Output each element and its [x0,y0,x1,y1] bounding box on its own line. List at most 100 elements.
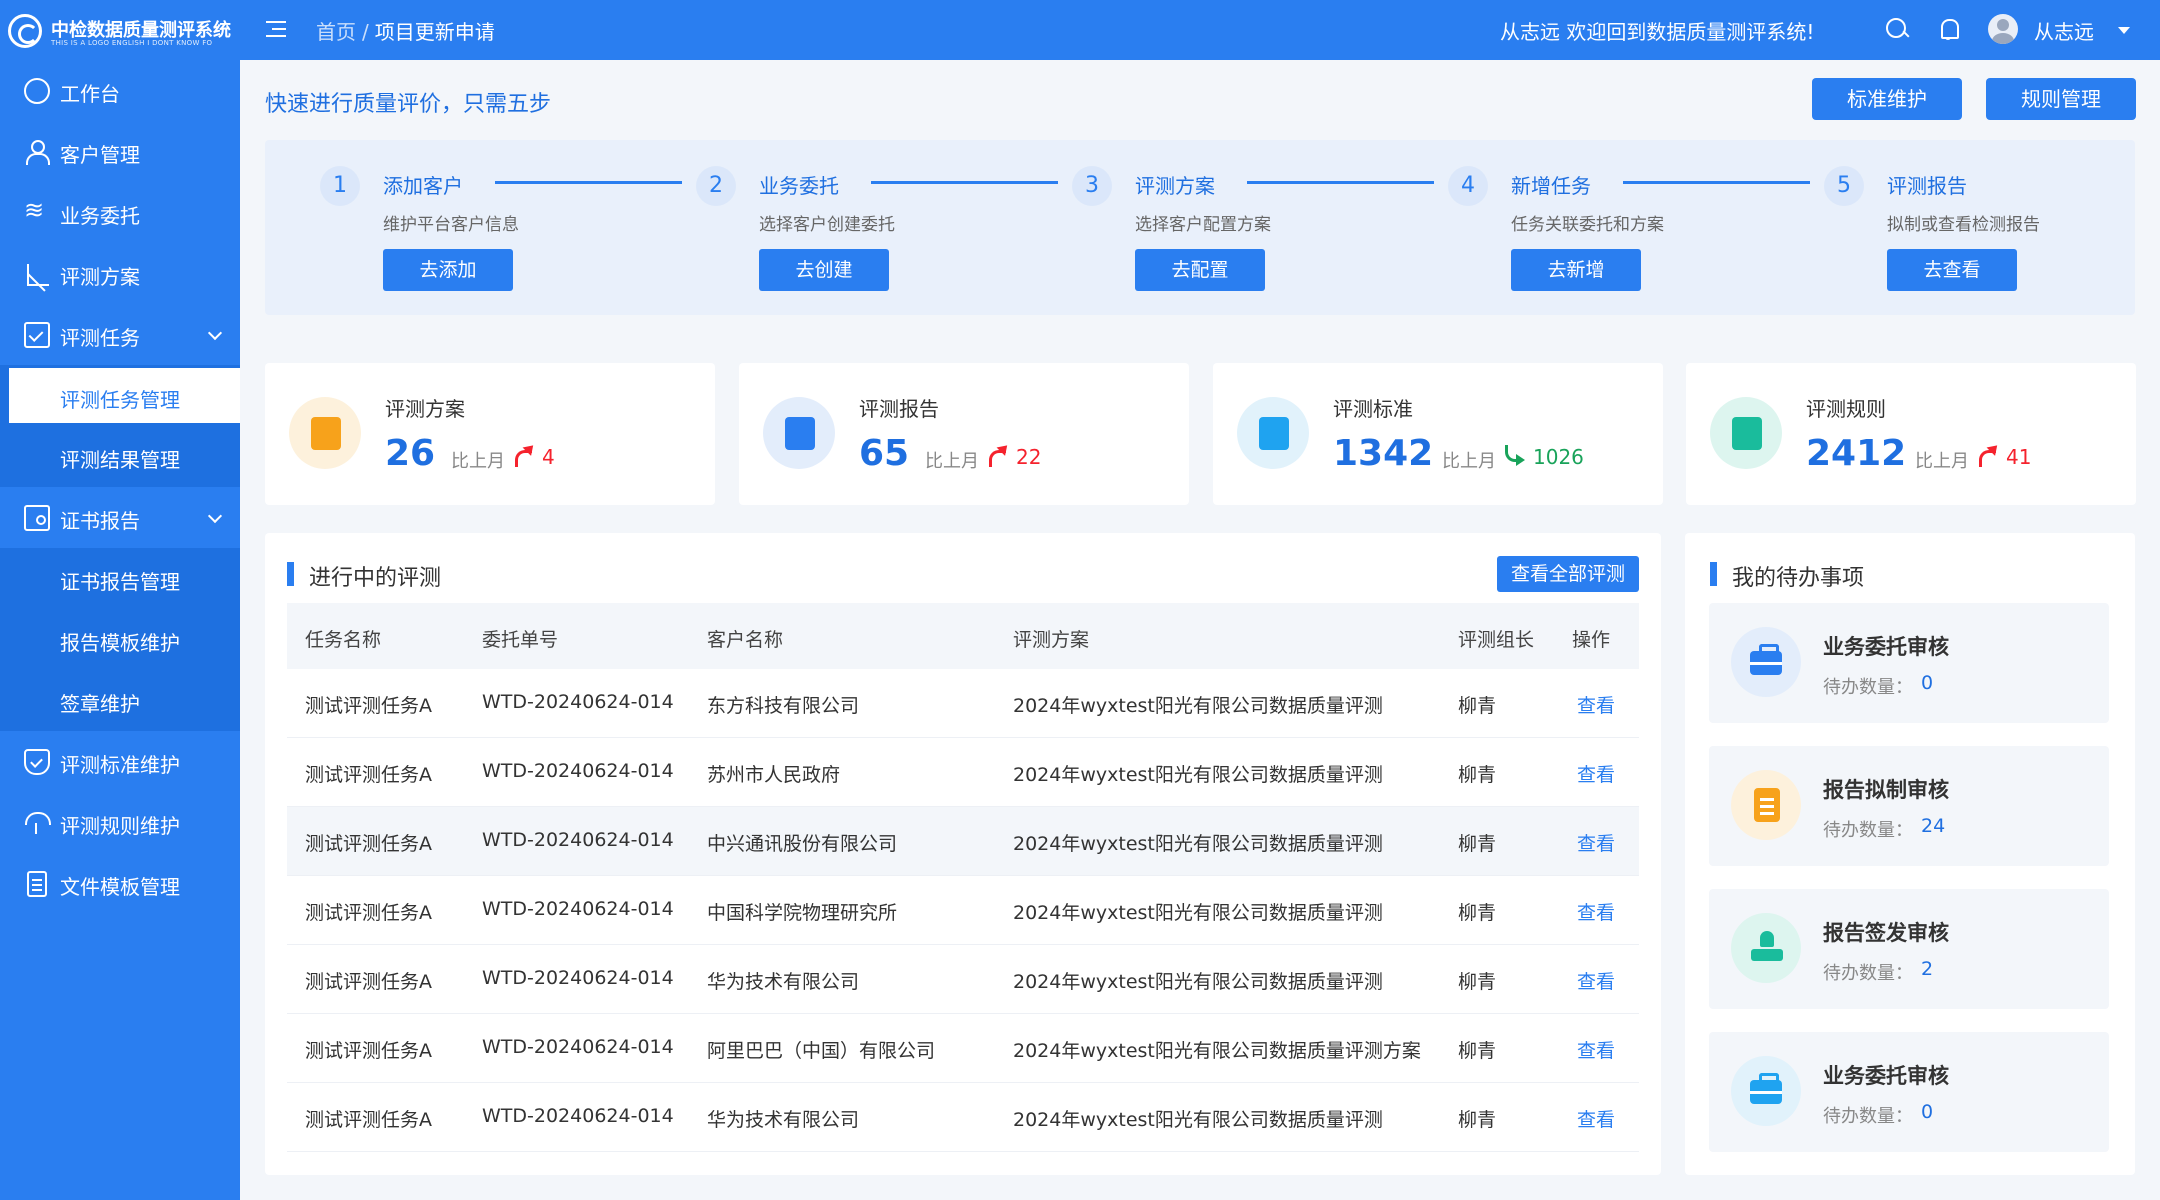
cell-customer: 阿里巴巴（中国）有限公司 [707,1040,936,1062]
sidebar-item-label: 评测任务 [60,326,140,350]
stat-delta: 4 [542,445,555,469]
col-customer: 客户名称 [707,629,784,651]
caret-down-icon[interactable] [2118,27,2130,34]
sidebar-item-report-templates[interactable]: 报告模板维护 [0,609,240,670]
step-desc: 任务关联委托和方案 [1511,215,1664,235]
stat-card-plans[interactable]: 评测方案 26 比上月 4 [265,363,715,505]
report-icon [1754,788,1780,822]
cell-leader: 柳青 [1458,764,1497,786]
user-icon [24,139,50,165]
cell-customer: 华为技术有限公司 [707,1109,860,1131]
breadcrumb-home[interactable]: 首页 [316,20,356,44]
sidebar-item-label: 评测结果管理 [60,448,180,472]
table-row: 测试评测任务A WTD-20240624-014 阿里巴巴（中国）有限公司 2024年… [287,1014,1639,1083]
sidebar: 工作台 客户管理 业务委托 评测方案 评测任务 评测任务管理 评测结果管理 证书… [0,60,240,1200]
todo-icon-bg [1731,913,1801,983]
cell-task-name: 测试评测任务A [305,1109,432,1131]
sidebar-item-dashboard[interactable]: 工作台 [0,60,240,121]
sidebar-item-standards[interactable]: 评测标准维护 [0,731,240,792]
stat-card-reports[interactable]: 评测报告 65 比上月 22 [739,363,1189,505]
sidebar-item-customers[interactable]: 客户管理 [0,121,240,182]
checkbox-icon [24,322,50,348]
view-link[interactable]: 查看 [1577,967,1615,994]
sidebar-item-label: 评测标准维护 [60,753,180,777]
view-link[interactable]: 查看 [1577,691,1615,718]
stamp-icon [1751,931,1783,965]
step-number: 2 [696,166,736,206]
avatar[interactable] [1988,14,2018,44]
logo[interactable]: 中检数据质量测评系统 THIS IS A LOGO ENGLISH I DONT… [8,14,240,48]
sidebar-item-file-templates[interactable]: 文件模板管理 [0,853,240,914]
breadcrumb-separator: / [362,20,369,44]
logo-mark-icon [8,14,42,48]
cell-plan: 2024年wyxtest阳光有限公司数据质量评测 [1013,764,1383,786]
rule-management-button[interactable]: 规则管理 [1986,78,2136,120]
sidebar-item-plans[interactable]: 评测方案 [0,243,240,304]
step-desc: 选择客户配置方案 [1135,215,1271,235]
bell-icon[interactable] [1936,16,1962,42]
view-link[interactable]: 查看 [1577,1036,1615,1063]
view-all-evaluations-button[interactable]: 查看全部评测 [1497,556,1639,592]
cell-commission-no: WTD-20240624-014 [482,760,674,782]
sidebar-item-task-management[interactable]: 评测任务管理 [9,368,240,423]
sidebar-item-label: 报告模板维护 [60,631,180,655]
dashboard-icon [24,78,50,104]
todo-item[interactable]: 业务委托审核 待办数量： 0 [1709,603,2109,723]
todo-count-label: 待办数量： [1823,963,1913,984]
view-link[interactable]: 查看 [1577,1105,1615,1132]
sidebar-item-label: 业务委托 [60,204,140,228]
umbrella-icon [24,810,51,836]
cell-customer: 苏州市人民政府 [707,764,841,786]
create-commission-button[interactable]: 去创建 [759,249,889,291]
standard-maintain-button[interactable]: 标准维护 [1812,78,1962,120]
sidebar-item-tasks[interactable]: 评测任务 [0,304,240,365]
cell-task-name: 测试评测任务A [305,764,432,786]
cell-customer: 东方科技有限公司 [707,695,860,717]
trend-up-icon [1976,443,2000,467]
top-header: 中检数据质量测评系统 THIS IS A LOGO ENGLISH I DONT… [0,0,2160,60]
steps-panel: 1 添加客户 维护平台客户信息 去添加 2 业务委托 选择客户创建委托 去创建 … [265,140,2135,315]
monitor-icon [785,417,815,450]
cell-leader: 柳青 [1458,1040,1497,1062]
cell-customer: 中国科学院物理研究所 [707,902,898,924]
chevron-down-icon [207,508,223,524]
view-link[interactable]: 查看 [1577,760,1615,787]
cell-commission-no: WTD-20240624-014 [482,967,674,989]
cell-commission-no: WTD-20240624-014 [482,898,674,920]
section-title: 进行中的评测 [309,566,442,591]
sidebar-item-business[interactable]: 业务委托 [0,182,240,243]
todo-icon-bg [1731,1056,1801,1126]
sidebar-item-cert-management[interactable]: 证书报告管理 [0,548,240,609]
certificate-icon [24,505,50,531]
configure-plan-button[interactable]: 去配置 [1135,249,1265,291]
view-link[interactable]: 查看 [1577,898,1615,925]
todo-item[interactable]: 业务委托审核 待办数量： 0 [1709,1032,2109,1152]
menu-toggle-icon[interactable] [266,18,288,40]
todo-item[interactable]: 报告签发审核 待办数量： 2 [1709,889,2109,1009]
stat-card-rules[interactable]: 评测规则 2412 比上月 41 [1686,363,2136,505]
step-desc: 维护平台客户信息 [383,215,519,235]
stat-label: 评测标准 [1333,397,1413,421]
sidebar-item-result-management[interactable]: 评测结果管理 [0,426,240,487]
todo-count: 0 [1921,672,1934,694]
sidebar-item-rules[interactable]: 评测规则维护 [0,792,240,853]
sidebar-item-certificates[interactable]: 证书报告 [0,487,240,548]
add-customer-button[interactable]: 去添加 [383,249,513,291]
cell-task-name: 测试评测任务A [305,833,432,855]
view-report-button[interactable]: 去查看 [1887,249,2017,291]
trend-up-icon [986,443,1010,467]
todo-item[interactable]: 报告拟制审核 待办数量： 24 [1709,746,2109,866]
sidebar-item-label: 客户管理 [60,143,140,167]
table-row: 测试评测任务A WTD-20240624-014 中国科学院物理研究所 2024年wy… [287,876,1639,945]
add-task-button[interactable]: 去新增 [1511,249,1641,291]
stat-card-standards[interactable]: 评测标准 1342 比上月 1026 [1213,363,1663,505]
search-icon[interactable] [1884,16,1910,42]
todo-title: 报告签发审核 [1823,921,1949,945]
view-link[interactable]: 查看 [1577,829,1615,856]
step-4: 4 新增任务 任务关联委托和方案 去新增 [1393,140,1810,315]
user-name[interactable]: 从志远 [2034,16,2094,45]
cell-plan: 2024年wyxtest阳光有限公司数据质量评测 [1013,1109,1383,1131]
sidebar-item-signatures[interactable]: 签章维护 [0,670,240,731]
document-icon [311,417,341,450]
section-marker [1710,562,1717,586]
